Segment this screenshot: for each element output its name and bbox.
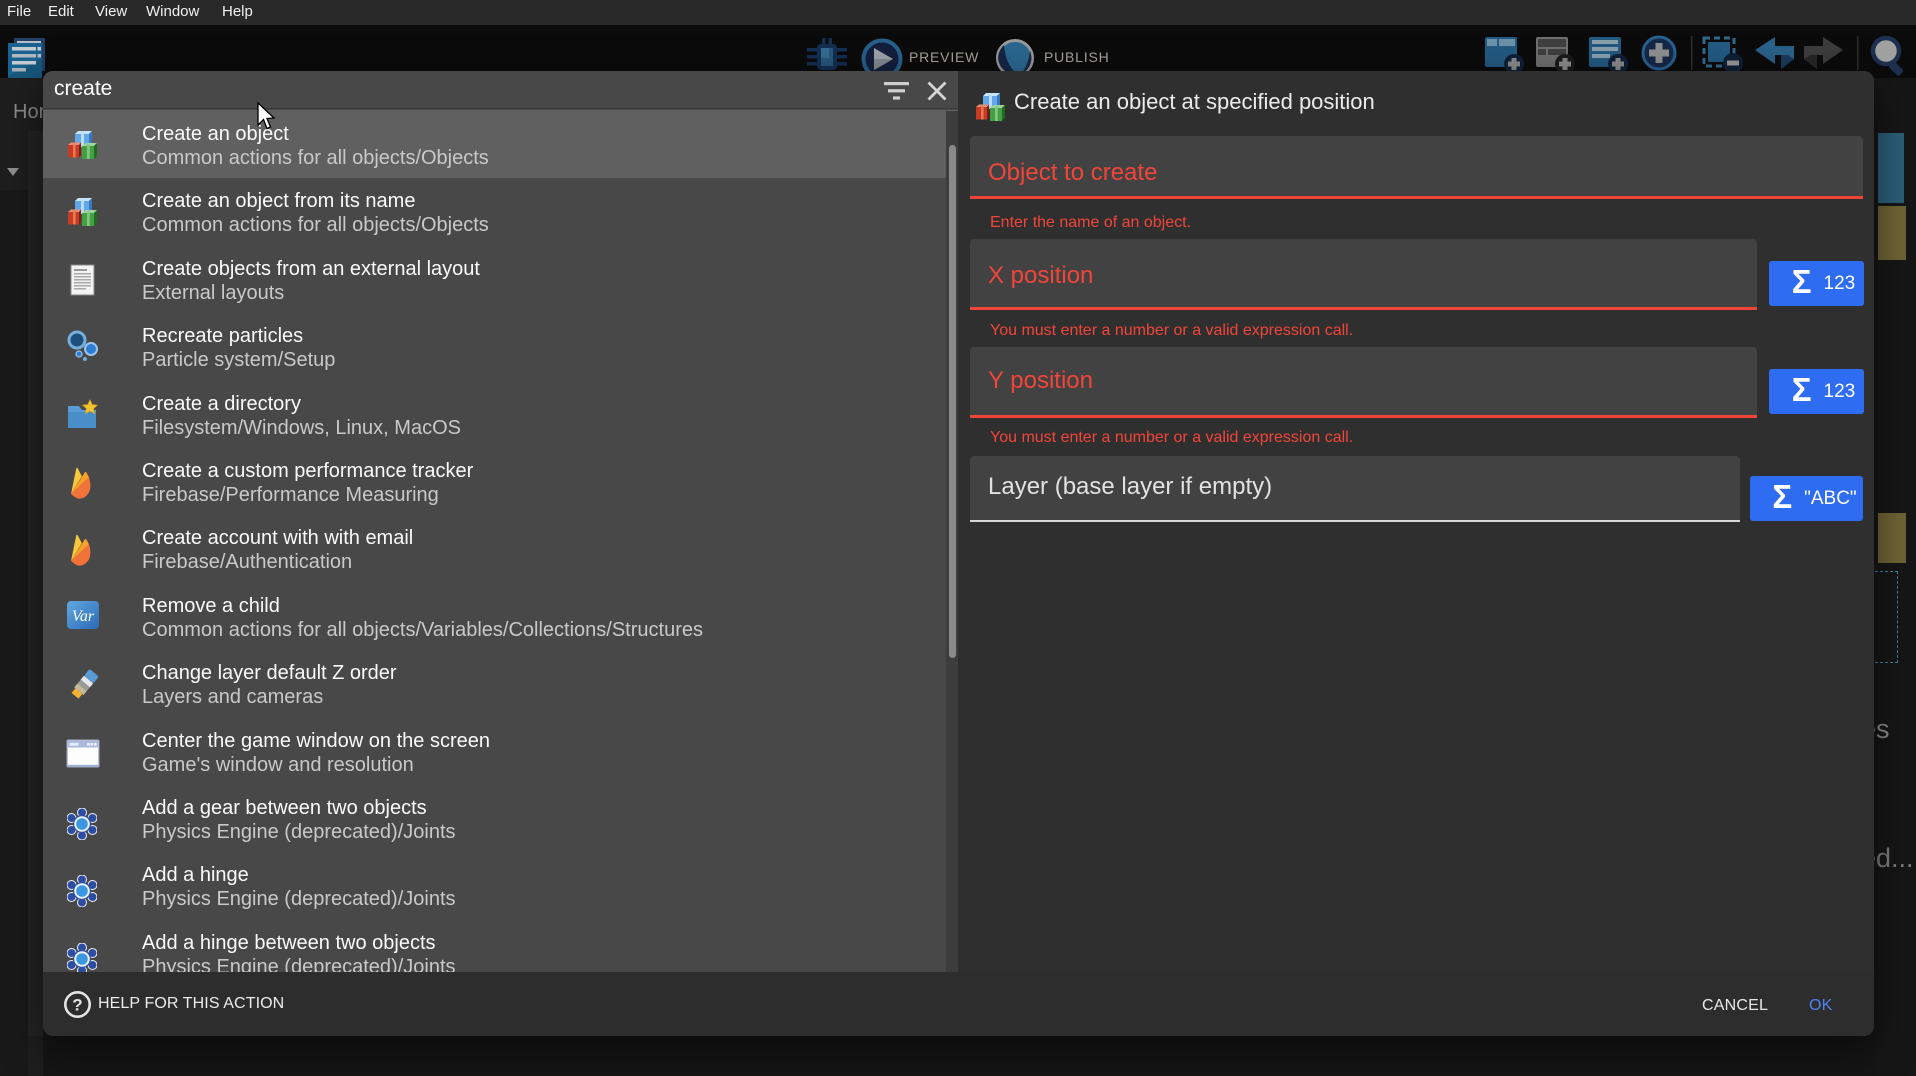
svg-text:Var: Var (72, 608, 95, 625)
svg-text:?: ? (72, 996, 82, 1015)
